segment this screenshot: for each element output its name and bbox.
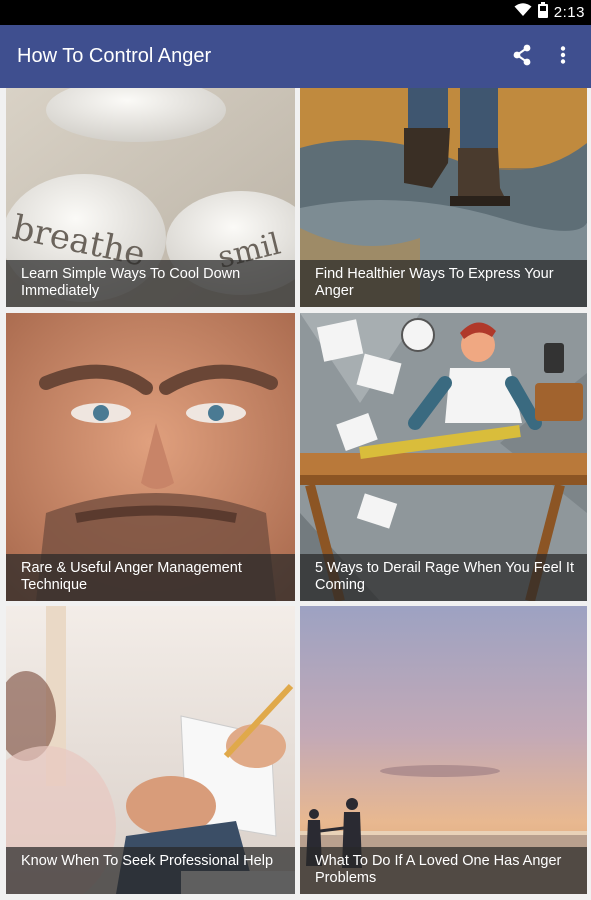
card-title: Know When To Seek Professional Help	[6, 847, 295, 894]
more-options-button[interactable]	[545, 39, 581, 75]
article-card[interactable]: Rare & Useful Anger Management Technique	[6, 313, 295, 601]
article-card[interactable]: 5 Ways to Derail Rage When You Feel It C…	[300, 313, 587, 601]
share-button[interactable]	[504, 39, 540, 75]
app-bar: How To Control Anger	[0, 25, 591, 88]
article-card[interactable]: Know When To Seek Professional Help	[6, 606, 295, 894]
article-card[interactable]: breathe smil Learn Simple Ways To Cool D…	[6, 88, 295, 307]
battery-icon	[537, 2, 548, 23]
article-grid: breathe smil Learn Simple Ways To Cool D…	[0, 88, 591, 900]
card-title: Find Healthier Ways To Express Your Ange…	[300, 260, 587, 307]
card-title: Learn Simple Ways To Cool Down Immediate…	[6, 260, 295, 307]
card-title: Rare & Useful Anger Management Technique	[6, 554, 295, 601]
share-icon	[512, 44, 532, 71]
article-card[interactable]: What To Do If A Loved One Has Anger Prob…	[300, 606, 587, 894]
wifi-icon	[514, 3, 532, 22]
status-bar: 2:13	[0, 0, 591, 25]
app-title: How To Control Anger	[17, 45, 212, 67]
more-vert-icon	[560, 45, 566, 69]
status-icons: 2:13	[514, 2, 585, 23]
app-screen: 2:13 How To Control Anger breathe smil L…	[0, 0, 591, 900]
status-time: 2:13	[553, 4, 585, 21]
card-title: 5 Ways to Derail Rage When You Feel It C…	[300, 554, 587, 601]
article-card[interactable]: Find Healthier Ways To Express Your Ange…	[300, 88, 587, 307]
card-title: What To Do If A Loved One Has Anger Prob…	[300, 847, 587, 894]
